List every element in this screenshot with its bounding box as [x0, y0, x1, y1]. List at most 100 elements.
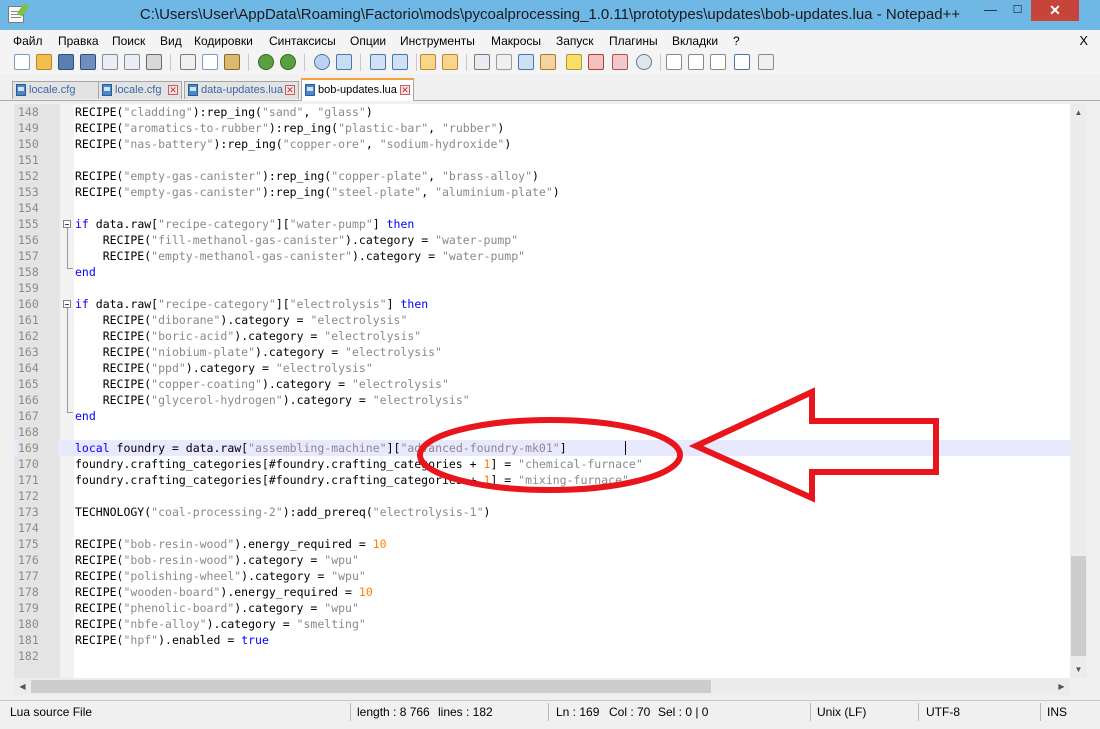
zoom-out-icon[interactable] — [392, 54, 408, 70]
menu-tabs[interactable]: Вкладки — [672, 34, 718, 48]
folder-as-workspace-icon[interactable] — [612, 54, 628, 70]
code-line[interactable]: 180 RECIPE("nbfe-alloy").category = "smel… — [14, 616, 1070, 632]
code-line[interactable]: 159 — [14, 280, 1070, 296]
menu-edit[interactable]: Правка — [58, 34, 99, 48]
code-line[interactable]: 172 — [14, 488, 1070, 504]
code-line[interactable]: 157 RECIPE("empty-methanol-gas-canister"… — [14, 248, 1070, 264]
code-line[interactable]: 161 RECIPE("diborane").category = "elect… — [14, 312, 1070, 328]
close-window-button[interactable]: ✕ — [1031, 0, 1079, 21]
code-line[interactable]: 163 RECIPE("niobium-plate").category = "… — [14, 344, 1070, 360]
horizontal-scroll-thumb[interactable] — [31, 680, 711, 693]
user-language-icon[interactable] — [540, 54, 556, 70]
save-macro-icon[interactable] — [758, 54, 774, 70]
save-icon[interactable] — [58, 54, 74, 70]
save-all-icon[interactable] — [80, 54, 96, 70]
sync-horizontal-icon[interactable] — [442, 54, 458, 70]
scroll-down-icon[interactable]: ▼ — [1070, 661, 1087, 678]
undo-icon[interactable] — [258, 54, 274, 70]
horizontal-scrollbar[interactable]: ◀ ▶ — [14, 678, 1070, 695]
code-line[interactable]: 158 end — [14, 264, 1070, 280]
vertical-scroll-thumb[interactable] — [1071, 556, 1086, 656]
stop-recording-icon[interactable] — [688, 54, 704, 70]
code-line[interactable]: 164 RECIPE("ppd").category = "electrolys… — [14, 360, 1070, 376]
fold-toggle-icon[interactable] — [63, 300, 71, 308]
menu-encoding[interactable]: Кодировки — [194, 34, 253, 48]
code-line[interactable]: 181 RECIPE("hpf").enabled = true — [14, 632, 1070, 648]
copy-icon[interactable] — [202, 54, 218, 70]
code-line[interactable]: 156 RECIPE("fill-methanol-gas-canister")… — [14, 232, 1070, 248]
code-line[interactable]: 165 RECIPE("copper-coating").category = … — [14, 376, 1070, 392]
print-icon[interactable] — [146, 54, 162, 70]
code-line[interactable]: 153 RECIPE("empty-gas-canister"):rep_ing(… — [14, 184, 1070, 200]
scroll-up-icon[interactable]: ▲ — [1070, 104, 1087, 121]
code-line[interactable]: 168 — [14, 424, 1070, 440]
code-line[interactable]: 151 — [14, 152, 1070, 168]
tab-close-icon[interactable]: ✕ — [168, 85, 178, 95]
close-file-icon[interactable] — [102, 54, 118, 70]
tab-close-icon[interactable]: ✕ — [285, 85, 295, 95]
code-line[interactable]: 169 local foundry = data.raw["assembling-… — [14, 440, 1070, 456]
sync-vertical-icon[interactable] — [420, 54, 436, 70]
code-line[interactable]: 152 RECIPE("empty-gas-canister"):rep_ing(… — [14, 168, 1070, 184]
menu-run[interactable]: Запуск — [556, 34, 594, 48]
code-editor[interactable]: 148 RECIPE("cladding"):rep_ing("sand", "g… — [14, 104, 1070, 678]
code-line[interactable]: 175 RECIPE("bob-resin-wood").energy_requi… — [14, 536, 1070, 552]
zoom-in-icon[interactable] — [370, 54, 386, 70]
menu-file[interactable]: Файл — [13, 34, 43, 48]
cut-icon[interactable] — [180, 54, 196, 70]
scroll-right-icon[interactable]: ▶ — [1053, 678, 1070, 695]
new-file-icon[interactable] — [14, 54, 30, 70]
maximize-button[interactable]: ☐ — [1004, 0, 1031, 21]
code-line[interactable]: 149 RECIPE("aromatics-to-rubber"):rep_ing… — [14, 120, 1070, 136]
vertical-scrollbar[interactable]: ▲ ▼ — [1070, 104, 1087, 678]
code-line[interactable]: 176 RECIPE("bob-resin-wood").category = "… — [14, 552, 1070, 568]
code-line[interactable]: 179 RECIPE("phenolic-board").category = "… — [14, 600, 1070, 616]
replace-icon[interactable] — [336, 54, 352, 70]
code-line[interactable]: 171 foundry.crafting_categories[#foundry.… — [14, 472, 1070, 488]
run-macro-multiple-icon[interactable] — [734, 54, 750, 70]
code-line[interactable]: 174 — [14, 520, 1070, 536]
tab-close-icon[interactable]: ✕ — [400, 85, 410, 95]
tab-locale-cfg-2[interactable]: locale.cfg ✕ — [98, 81, 182, 99]
menu-tools[interactable]: Инструменты — [400, 34, 475, 48]
function-list-icon[interactable] — [588, 54, 604, 70]
status-encoding[interactable]: UTF-8 — [926, 705, 960, 719]
tab-bob-updates-lua[interactable]: bob-updates.lua ✕ — [301, 78, 414, 101]
menu-language[interactable]: Синтаксисы — [269, 34, 336, 48]
menu-help[interactable]: ? — [733, 34, 740, 48]
redo-icon[interactable] — [280, 54, 296, 70]
close-all-icon[interactable] — [124, 54, 140, 70]
monitoring-icon[interactable] — [636, 54, 652, 70]
minimize-button[interactable]: — — [977, 0, 1004, 21]
fold-toggle-icon[interactable] — [63, 220, 71, 228]
code-line[interactable]: 154 — [14, 200, 1070, 216]
code-line[interactable]: 178 RECIPE("wooden-board").energy_require… — [14, 584, 1070, 600]
code-line[interactable]: 150 RECIPE("nas-battery"):rep_ing("copper… — [14, 136, 1070, 152]
code-line[interactable]: 160 if data.raw["recipe-category"]["elect… — [14, 296, 1070, 312]
tab-data-updates-lua[interactable]: data-updates.lua ✕ — [184, 81, 299, 99]
record-macro-icon[interactable] — [666, 54, 682, 70]
status-eol[interactable]: Unix (LF) — [817, 705, 866, 719]
document-map-icon[interactable] — [566, 54, 582, 70]
menu-settings[interactable]: Опции — [350, 34, 386, 48]
code-line[interactable]: 166 RECIPE("glycerol-hydrogen").category… — [14, 392, 1070, 408]
code-line[interactable]: 162 RECIPE("boric-acid").category = "ele… — [14, 328, 1070, 344]
playback-macro-icon[interactable] — [710, 54, 726, 70]
paste-icon[interactable] — [224, 54, 240, 70]
status-insert-mode[interactable]: INS — [1047, 705, 1067, 719]
code-line[interactable]: 148 RECIPE("cladding"):rep_ing("sand", "g… — [14, 104, 1070, 120]
indent-guide-icon[interactable] — [518, 54, 534, 70]
code-line[interactable]: 170 foundry.crafting_categories[#foundry.… — [14, 456, 1070, 472]
code-line[interactable]: 167 end — [14, 408, 1070, 424]
menu-view[interactable]: Вид — [160, 34, 182, 48]
code-line[interactable]: 155 if data.raw["recipe-category"]["water… — [14, 216, 1070, 232]
menu-plugins[interactable]: Плагины — [609, 34, 658, 48]
scroll-left-icon[interactable]: ◀ — [14, 678, 31, 695]
show-all-characters-icon[interactable] — [496, 54, 512, 70]
code-line[interactable]: 173 TECHNOLOGY("coal-processing-2"):add_p… — [14, 504, 1070, 520]
open-file-icon[interactable] — [36, 54, 52, 70]
find-icon[interactable] — [314, 54, 330, 70]
code-line[interactable]: 177 RECIPE("polishing-wheel").category = … — [14, 568, 1070, 584]
menu-macro[interactable]: Макросы — [491, 34, 541, 48]
menu-search[interactable]: Поиск — [112, 34, 145, 48]
